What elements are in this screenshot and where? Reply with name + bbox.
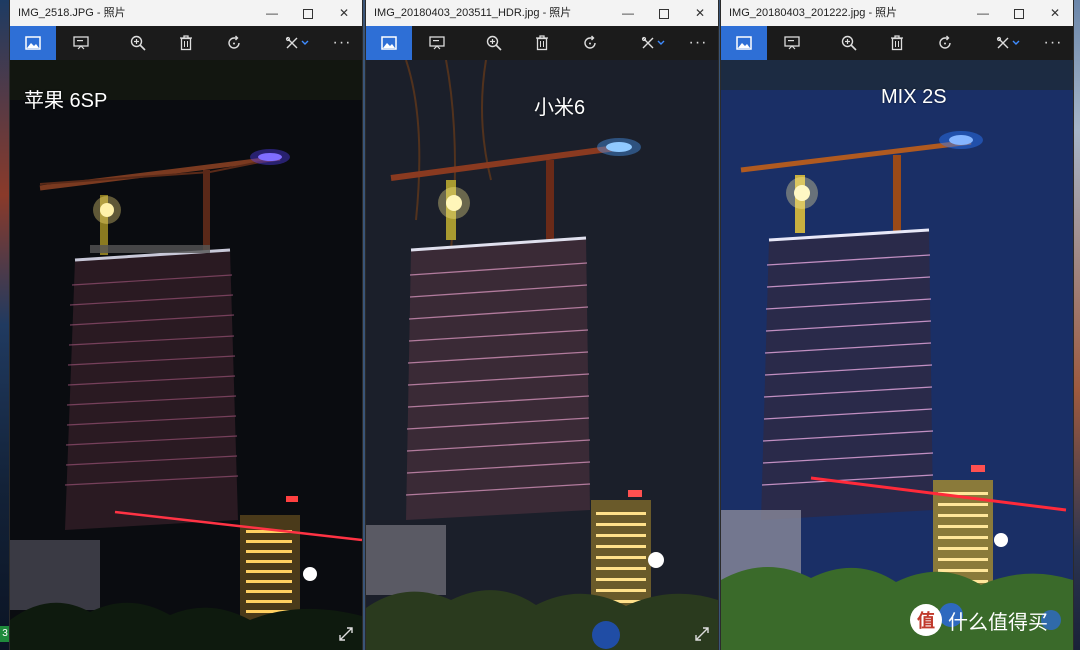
maximize-button[interactable] — [290, 0, 326, 26]
photo-toolbar: ··· — [366, 26, 718, 60]
maximize-button[interactable] — [1001, 0, 1037, 26]
image-icon — [381, 36, 397, 50]
edit-button[interactable] — [989, 26, 1029, 60]
edit-tools-icon — [641, 36, 665, 49]
trash-icon — [536, 35, 548, 51]
zoom-button[interactable] — [115, 26, 161, 60]
image-icon — [736, 36, 752, 50]
rotate-icon — [584, 35, 596, 49]
site-watermark: 值 什么值得买 — [910, 604, 1048, 636]
maximize-button[interactable] — [646, 0, 682, 26]
rotate-icon — [228, 35, 240, 49]
close-button[interactable]: ✕ — [682, 0, 718, 26]
edit-button[interactable] — [634, 26, 674, 60]
slideshow-button[interactable] — [414, 26, 460, 60]
watermark-logo-icon: 值 — [910, 604, 942, 636]
title-bar[interactable]: IMG_20180403_201222.jpg - 照片 — ✕ — [721, 0, 1073, 26]
photo-canvas[interactable] — [721, 60, 1073, 650]
view-photo-button[interactable] — [366, 26, 412, 60]
title-bar[interactable]: IMG_2518.JPG - 照片 — ✕ — [10, 0, 362, 26]
fullscreen-icon[interactable] — [338, 626, 354, 642]
slideshow-button[interactable] — [769, 26, 815, 60]
edit-button[interactable] — [278, 26, 318, 60]
close-button[interactable]: ✕ — [1037, 0, 1073, 26]
minimize-button[interactable]: — — [965, 0, 1001, 26]
rotate-button[interactable] — [211, 26, 257, 60]
window-title: IMG_20180403_201222.jpg - 照片 — [729, 7, 898, 19]
zoom-in-icon — [130, 35, 146, 51]
maximize-icon — [303, 8, 313, 19]
close-button[interactable]: ✕ — [326, 0, 362, 26]
more-options-button[interactable]: ··· — [1033, 26, 1073, 60]
photos-window-3: IMG_20180403_201222.jpg - 照片 — ✕ ··· MIX… — [721, 0, 1073, 650]
trash-icon — [891, 35, 903, 51]
edit-tools-icon — [285, 36, 309, 49]
photos-window-2: IMG_20180403_203511_HDR.jpg - 照片 — ✕ ··· — [366, 0, 718, 650]
zoom-button[interactable] — [826, 26, 872, 60]
photo-caption: 小米6 — [534, 97, 586, 119]
photo-caption: MIX 2S — [881, 86, 947, 108]
maximize-icon — [659, 8, 669, 19]
delete-button[interactable] — [163, 26, 209, 60]
more-options-button[interactable]: ··· — [678, 26, 718, 60]
window-title: IMG_2518.JPG - 照片 — [18, 7, 126, 19]
minimize-button[interactable]: — — [254, 0, 290, 26]
slideshow-icon — [429, 36, 445, 50]
slideshow-icon — [73, 36, 89, 50]
zoom-in-icon — [841, 35, 857, 51]
night-building-photo — [366, 60, 718, 650]
more-options-button[interactable]: ··· — [322, 26, 362, 60]
zoom-button[interactable] — [471, 26, 517, 60]
rotate-icon — [939, 35, 951, 49]
minimize-button[interactable]: — — [610, 0, 646, 26]
trash-icon — [180, 35, 192, 51]
view-photo-button[interactable] — [10, 26, 56, 60]
window-title: IMG_20180403_203511_HDR.jpg - 照片 — [374, 7, 572, 19]
photos-window-1: IMG_2518.JPG - 照片 — ✕ ··· 苹果 6SP — [10, 0, 362, 650]
edit-tools-icon — [996, 36, 1020, 49]
image-icon — [25, 36, 41, 50]
fullscreen-icon[interactable] — [694, 626, 710, 642]
taskbar-app-icon[interactable]: 3 — [0, 626, 10, 642]
rotate-button[interactable] — [922, 26, 968, 60]
night-building-photo — [721, 60, 1073, 650]
watermark-text: 什么值得买 — [948, 611, 1048, 634]
delete-button[interactable] — [874, 26, 920, 60]
photo-canvas[interactable] — [10, 60, 362, 650]
slideshow-icon — [784, 36, 800, 50]
title-bar[interactable]: IMG_20180403_203511_HDR.jpg - 照片 — ✕ — [366, 0, 718, 26]
zoom-in-icon — [486, 35, 502, 51]
photo-canvas[interactable] — [366, 60, 718, 650]
rotate-button[interactable] — [567, 26, 613, 60]
maximize-icon — [1014, 8, 1024, 19]
photo-toolbar: ··· — [10, 26, 362, 60]
delete-button[interactable] — [519, 26, 565, 60]
night-building-photo — [10, 60, 362, 650]
slideshow-button[interactable] — [58, 26, 104, 60]
photo-toolbar: ··· — [721, 26, 1073, 60]
photo-caption: 苹果 6SP — [24, 90, 108, 112]
view-photo-button[interactable] — [721, 26, 767, 60]
